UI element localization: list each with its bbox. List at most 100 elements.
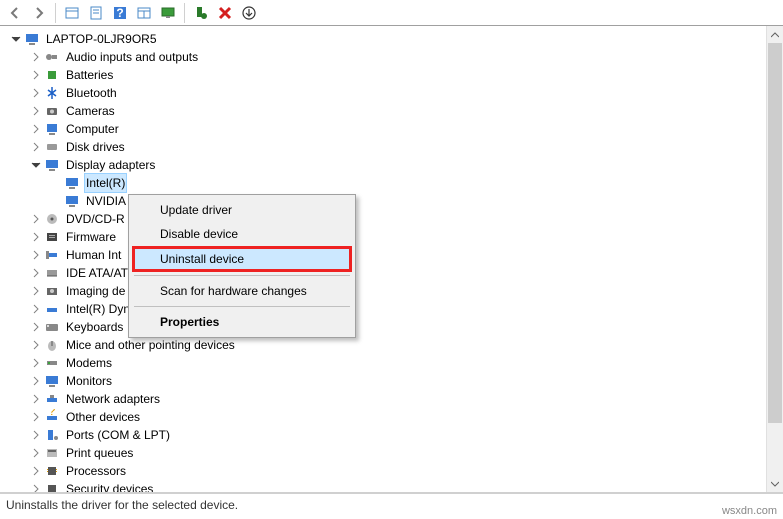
tree-category[interactable]: DVD/CD-R [6,210,766,228]
tree-label: Modems [64,354,114,372]
tree-category[interactable]: Security devices [6,480,766,492]
svg-text:?: ? [116,6,123,20]
vertical-scrollbar[interactable] [766,26,783,492]
expand-icon[interactable] [30,213,42,225]
expand-icon[interactable] [30,267,42,279]
tree-category[interactable]: Audio inputs and outputs [6,48,766,66]
tree-category[interactable]: Keyboards [6,318,766,336]
tree-category[interactable]: Processors [6,462,766,480]
tree-label: Print queues [64,444,135,462]
tree-label: Imaging de [64,282,127,300]
tree-device[interactable]: NVIDIA [6,192,766,210]
help-button[interactable]: ? [109,2,131,24]
expand-icon[interactable] [30,483,42,492]
toolbar: ? [0,0,783,26]
device-icon [44,103,60,119]
ctx-update-driver[interactable]: Update driver [132,198,352,222]
expand-icon[interactable] [30,87,42,99]
expand-icon[interactable] [50,177,62,189]
device-icon [44,67,60,83]
tree-category[interactable]: Ports (COM & LPT) [6,426,766,444]
view-button[interactable] [61,2,83,24]
expand-icon[interactable] [30,411,42,423]
expand-icon[interactable] [30,465,42,477]
tree-category[interactable]: ?Other devices [6,408,766,426]
expand-icon[interactable] [30,375,42,387]
tree-label: Bluetooth [64,84,119,102]
tree-category[interactable]: Modems [6,354,766,372]
device-tree[interactable]: LAPTOP-0LJR9OR5Audio inputs and outputsB… [0,26,766,492]
tree-label: IDE ATA/AT [64,264,130,282]
device-icon: ? [44,409,60,425]
expand-icon[interactable] [30,159,42,171]
expand-icon[interactable] [30,285,42,297]
tree-category[interactable]: Mice and other pointing devices [6,336,766,354]
device-icon [44,481,60,492]
tree-category[interactable]: Cameras [6,102,766,120]
device-icon [44,229,60,245]
tree-label: Batteries [64,66,115,84]
main-area: LAPTOP-0LJR9OR5Audio inputs and outputsB… [0,26,783,493]
status-bar: Uninstalls the driver for the selected d… [0,493,783,515]
expand-icon[interactable] [30,231,42,243]
ctx-uninstall-device[interactable]: Uninstall device [132,246,352,272]
expand-icon[interactable] [30,447,42,459]
tree-category[interactable]: IDE ATA/AT [6,264,766,282]
expand-icon[interactable] [30,321,42,333]
expand-icon[interactable] [30,249,42,261]
expand-icon[interactable] [30,105,42,117]
tree-category[interactable]: Imaging de [6,282,766,300]
expand-icon[interactable] [10,33,22,45]
tree-category[interactable]: Computer [6,120,766,138]
device-icon [44,355,60,371]
expand-icon[interactable] [30,357,42,369]
monitor-button[interactable] [157,2,179,24]
device-icon [64,193,80,209]
tree-category[interactable]: Disk drives [6,138,766,156]
tree-category[interactable]: Firmware [6,228,766,246]
tree-label: Mice and other pointing devices [64,336,237,354]
ctx-properties[interactable]: Properties [132,310,352,334]
scroll-down-icon[interactable] [767,475,783,492]
ctx-scan-hardware[interactable]: Scan for hardware changes [132,279,352,303]
scroll-up-icon[interactable] [767,26,783,43]
tree-root[interactable]: LAPTOP-0LJR9OR5 [6,30,766,48]
tree-category[interactable]: Bluetooth [6,84,766,102]
tree-category[interactable]: Network adapters [6,390,766,408]
expand-icon[interactable] [30,303,42,315]
context-menu: Update driver Disable device Uninstall d… [128,194,356,338]
tree-category[interactable]: Print queues [6,444,766,462]
tree-category[interactable]: Intel(R) Dynamic Platform and Thermal Fr… [6,300,766,318]
expand-icon[interactable] [30,429,42,441]
tree-label: Intel(R) [84,173,127,193]
expand-icon[interactable] [30,393,42,405]
device-icon [24,31,40,47]
device-icon [44,463,60,479]
tree-category[interactable]: Batteries [6,66,766,84]
tree-category[interactable]: Human Int [6,246,766,264]
expand-icon[interactable] [30,51,42,63]
tree-category[interactable]: Display adapters [6,156,766,174]
ctx-separator [134,275,350,276]
enable-button[interactable] [190,2,212,24]
forward-button[interactable] [28,2,50,24]
expand-icon[interactable] [30,123,42,135]
tree-label: Audio inputs and outputs [64,48,200,66]
download-button[interactable] [238,2,260,24]
tree-device[interactable]: Intel(R) [6,174,766,192]
refresh-button[interactable] [133,2,155,24]
properties-button[interactable] [85,2,107,24]
tree-label: LAPTOP-0LJR9OR5 [44,30,159,48]
cancel-button[interactable] [214,2,236,24]
tree-label: Computer [64,120,121,138]
device-icon [44,337,60,353]
expand-icon[interactable] [30,339,42,351]
back-button[interactable] [4,2,26,24]
scroll-thumb[interactable] [768,43,782,423]
expand-icon[interactable] [30,141,42,153]
device-icon [44,301,60,317]
expand-icon[interactable] [50,195,62,207]
expand-icon[interactable] [30,69,42,81]
ctx-disable-device[interactable]: Disable device [132,222,352,246]
tree-category[interactable]: Monitors [6,372,766,390]
